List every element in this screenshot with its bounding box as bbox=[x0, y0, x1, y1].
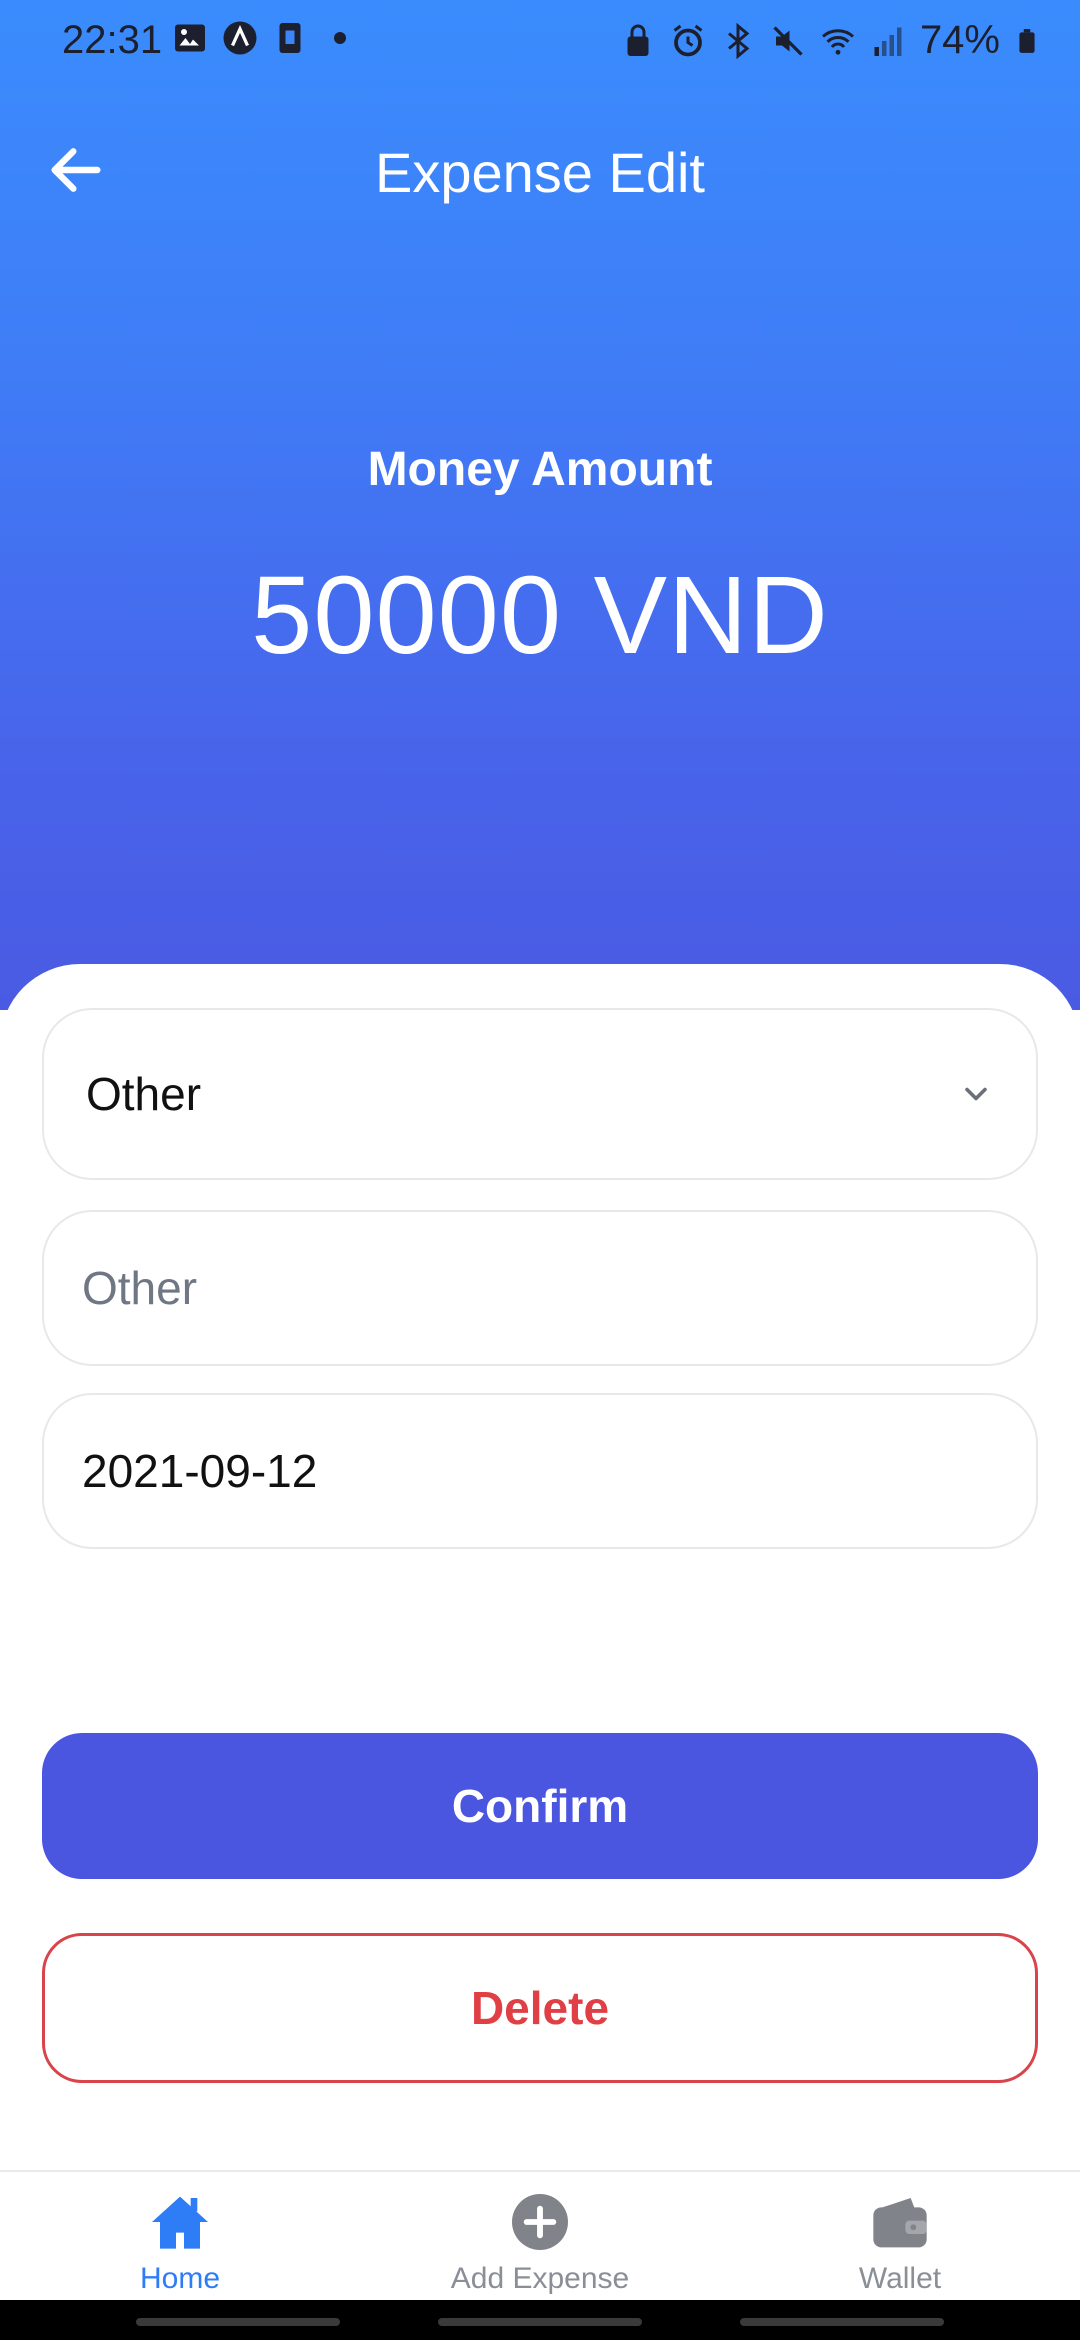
nav-label-home: Home bbox=[139, 2262, 221, 2295]
nav-item-add-expense[interactable]: Add Expense bbox=[420, 2172, 660, 2302]
status-bar: 22:31 74% bbox=[0, 0, 1080, 84]
wallet-icon bbox=[873, 2198, 927, 2248]
money-amount-value: 50000 VND bbox=[251, 554, 829, 677]
system-gesture-bar bbox=[0, 2300, 1080, 2340]
battery-percent: 74% bbox=[919, 18, 1000, 62]
lock-icon bbox=[627, 24, 649, 56]
nav-item-wallet[interactable]: Wallet bbox=[780, 2172, 1020, 2302]
bluetooth-icon bbox=[727, 22, 750, 59]
nav-item-home[interactable]: Home bbox=[60, 2172, 300, 2302]
category-select-value: Other bbox=[86, 1068, 202, 1120]
home-icon bbox=[152, 2196, 208, 2249]
nav-label-wallet: Wallet bbox=[858, 2262, 942, 2295]
nav-label-add-expense: Add Expense bbox=[450, 2262, 630, 2295]
dot-icon bbox=[334, 32, 346, 44]
gesture-pill-right bbox=[740, 2318, 944, 2326]
confirm-button[interactable]: Confirm bbox=[42, 1733, 1038, 1879]
date-input[interactable] bbox=[82, 1444, 998, 1498]
gesture-pill-left bbox=[136, 2318, 340, 2326]
battery-icon bbox=[1019, 28, 1035, 53]
alarm-icon bbox=[673, 24, 703, 56]
bottom-nav: Home Add Expense Wallet bbox=[0, 2170, 1080, 2300]
app-icon bbox=[223, 21, 257, 55]
mute-icon bbox=[773, 25, 803, 56]
status-time: 22:31 bbox=[62, 18, 163, 62]
page-title: Expense Edit bbox=[375, 141, 705, 204]
add-circle-icon bbox=[512, 2194, 568, 2250]
wifi-icon bbox=[821, 28, 854, 55]
status-left-icons bbox=[172, 20, 358, 56]
signal-icon bbox=[874, 27, 902, 56]
note-input[interactable] bbox=[82, 1261, 998, 1315]
category-select[interactable]: Other bbox=[42, 1008, 1038, 1180]
date-field[interactable] bbox=[42, 1393, 1038, 1549]
status-right-icons: 74% bbox=[620, 18, 1040, 63]
delete-button[interactable]: Delete bbox=[42, 1933, 1038, 2083]
expense-edit-screen: 22:31 74% Expense Edit Money Amount 5000… bbox=[0, 0, 1080, 2340]
money-amount-label: Money Amount bbox=[367, 443, 713, 496]
note-field[interactable] bbox=[42, 1210, 1038, 1366]
chevron-down-icon bbox=[965, 1087, 987, 1101]
image-icon bbox=[175, 24, 205, 52]
sim-icon bbox=[279, 23, 301, 53]
gesture-pill-center bbox=[438, 2318, 642, 2326]
